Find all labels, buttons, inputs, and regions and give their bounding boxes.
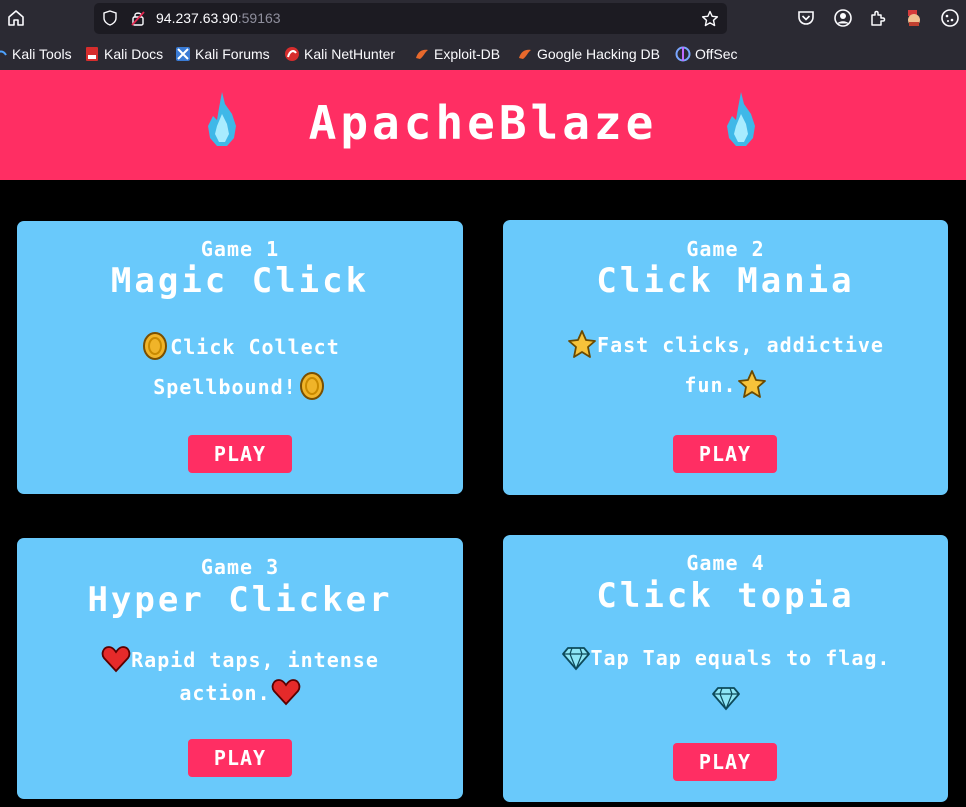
heart-icon bbox=[271, 679, 300, 706]
description-line-1: Tap Tap equals to flag. bbox=[590, 646, 891, 670]
star-icon bbox=[568, 330, 596, 358]
game-title: Hyper Clicker bbox=[87, 580, 393, 620]
gold-coin-icon bbox=[299, 372, 324, 400]
bookmark-label: Google Hacking DB bbox=[537, 46, 660, 62]
account-icon[interactable] bbox=[833, 8, 853, 28]
play-button[interactable]: PLAY bbox=[673, 743, 777, 781]
game-card-4: Game 4 Click topia Tap Tap equals to fla… bbox=[503, 535, 948, 802]
game-title: Magic Click bbox=[110, 261, 370, 301]
description-line-2: Spellbound! bbox=[153, 375, 297, 399]
play-button[interactable]: PLAY bbox=[673, 435, 777, 473]
gold-coin-icon bbox=[143, 332, 168, 360]
game-description: Click Collect Spellbound! bbox=[47, 327, 433, 407]
shield-icon[interactable] bbox=[102, 10, 118, 26]
game-card-3: Game 3 Hyper Clicker Rapid taps, intense… bbox=[17, 538, 463, 799]
kali-forums-icon bbox=[176, 47, 190, 61]
blue-flame-icon bbox=[727, 92, 755, 146]
bookmark-label: Kali Docs bbox=[104, 46, 164, 62]
game-description: Rapid taps, intense action. bbox=[47, 644, 433, 710]
description-line-2: action. bbox=[179, 681, 271, 705]
url-bar[interactable]: 94.237.63.90:59163 bbox=[94, 3, 727, 34]
url-port: :59163 bbox=[237, 10, 281, 26]
offsec-icon bbox=[675, 46, 691, 62]
game-card-1: Game 1 Magic Click Click Collect Spellbo… bbox=[17, 221, 463, 494]
bookmark-label: Kali Tools bbox=[12, 46, 72, 62]
pocket-icon[interactable] bbox=[796, 8, 816, 28]
game-number: Game 4 bbox=[686, 551, 765, 575]
kali-icon bbox=[0, 50, 7, 56]
bookmark-label: Kali Forums bbox=[195, 46, 270, 62]
bookmark-label: Exploit-DB bbox=[434, 46, 501, 62]
game-card-2: Game 2 Click Mania Fast clicks, addictiv… bbox=[503, 220, 948, 495]
description-line-1: Fast clicks, addictive bbox=[597, 333, 884, 357]
extensions-icon[interactable] bbox=[868, 8, 888, 28]
site-header: ApacheBlaze bbox=[0, 70, 966, 180]
description-line-1: Click Collect bbox=[170, 335, 340, 359]
play-button[interactable]: PLAY bbox=[188, 739, 292, 777]
heart-icon bbox=[101, 646, 131, 673]
game-title: Click topia bbox=[596, 576, 855, 616]
url-host: 94.237.63.90 bbox=[156, 10, 238, 26]
extension-avatar-icon[interactable] bbox=[904, 8, 924, 28]
home-icon[interactable] bbox=[6, 8, 26, 28]
exploit-db-icon bbox=[416, 49, 428, 59]
nethunter-icon bbox=[285, 47, 299, 61]
game-description: Tap Tap equals to flag. bbox=[523, 638, 928, 718]
bookmark-star-icon[interactable] bbox=[701, 10, 719, 28]
game-number: Game 3 bbox=[200, 555, 280, 579]
browser-toolbar: 94.237.63.90:59163 bbox=[0, 0, 966, 37]
kali-docs-icon bbox=[86, 47, 98, 61]
game-number: Game 1 bbox=[200, 237, 280, 261]
description-line-1: Rapid taps, intense bbox=[131, 648, 379, 672]
star-icon bbox=[737, 370, 766, 398]
game-number: Game 2 bbox=[686, 237, 765, 261]
diamond-icon bbox=[711, 687, 740, 711]
url-text[interactable]: 94.237.63.90:59163 bbox=[156, 9, 281, 27]
diamond-icon bbox=[561, 647, 590, 671]
bookmark-label: Kali NetHunter bbox=[304, 46, 396, 62]
ghdb-icon bbox=[519, 49, 531, 59]
game-description: Fast clicks, addictive fun. bbox=[523, 325, 928, 405]
game-title: Click Mania bbox=[596, 261, 855, 301]
insecure-lock-icon[interactable] bbox=[130, 10, 146, 26]
description-line-2: fun. bbox=[684, 373, 737, 397]
bookmarks-toolbar: Kali Tools Kali Docs Kali Forums Kali Ne… bbox=[0, 37, 966, 70]
play-button[interactable]: PLAY bbox=[188, 435, 292, 473]
site-title: ApacheBlaze bbox=[308, 96, 658, 150]
bookmark-label: OffSec bbox=[695, 46, 738, 62]
cookie-icon[interactable] bbox=[940, 8, 960, 28]
